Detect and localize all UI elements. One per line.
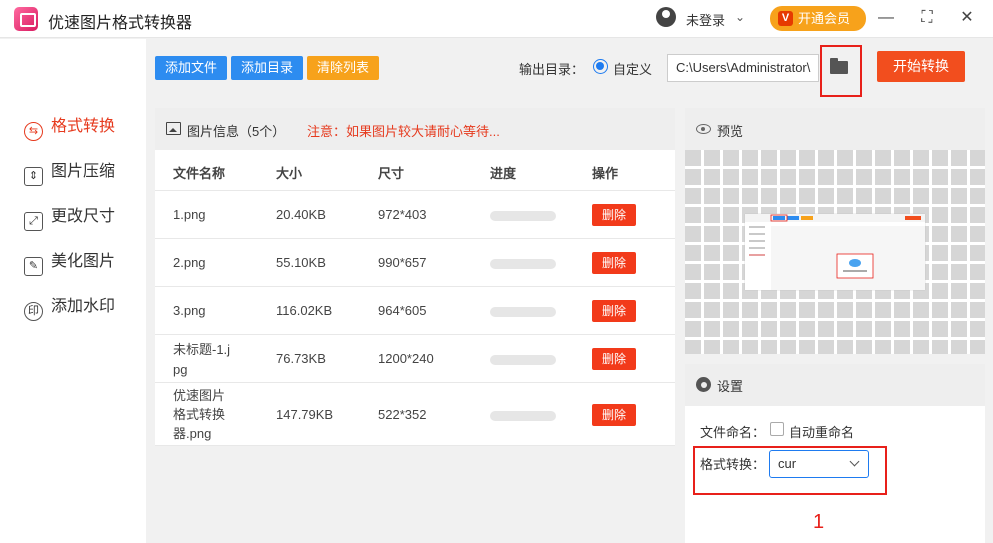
- file-size: 20.40KB: [276, 207, 326, 222]
- table-row: 2.png 55.10KB 990*657 删除: [155, 238, 675, 286]
- sidebar-item-label: 更改尺寸: [51, 208, 116, 225]
- table-row: 3.png 116.02KB 964*605 删除: [155, 286, 675, 334]
- progress-bar: [490, 355, 556, 365]
- preview-title: 预览: [717, 124, 744, 139]
- file-name-line: 器.png: [173, 426, 212, 441]
- column-header-actions: 操作: [592, 166, 619, 181]
- beautify-icon: ✎: [24, 257, 43, 276]
- annotation-box-1: [693, 446, 887, 495]
- file-name: 3.png: [173, 303, 206, 318]
- app-logo-icon: [14, 7, 38, 31]
- file-dims: 1200*240: [378, 351, 434, 366]
- auto-rename-label[interactable]: 自动重命名: [789, 422, 854, 441]
- vip-button[interactable]: V 开通会员: [770, 6, 866, 31]
- thumbnail-image: [745, 214, 925, 290]
- resize-icon: ⤢: [24, 212, 43, 231]
- file-size: 147.79KB: [276, 407, 334, 422]
- compress-icon: ⇕: [24, 167, 43, 186]
- sidebar-item-watermark[interactable]: 印添加水印: [24, 292, 116, 321]
- file-name-line: 未标题-1.j: [173, 342, 231, 357]
- minimize-icon[interactable]: —: [873, 6, 899, 30]
- annotation-number-1: 1: [813, 511, 825, 533]
- file-name: 优速图片 格式转换 器.png: [173, 386, 225, 443]
- file-dims: 522*352: [378, 407, 427, 422]
- sidebar-item-label: 图片压缩: [51, 163, 116, 180]
- toolbar: 添加文件 添加目录 清除列表 输出目录： 自定义 C:\Users\Admini…: [146, 39, 993, 97]
- sidebar-item-resize[interactable]: ⤢ 更改尺寸: [24, 202, 116, 231]
- output-dir-label: 输出目录：: [519, 62, 585, 77]
- eye-icon: [696, 124, 711, 134]
- sidebar-item-compress[interactable]: ⇕ 图片压缩: [24, 157, 116, 186]
- sidebar-item-label: 美化图片: [51, 253, 116, 270]
- file-name-line: 优速图片: [173, 388, 226, 403]
- delete-button[interactable]: 删除: [592, 404, 636, 426]
- file-list-panel: 图片信息（5个） 注意：如果图片较大请耐心等待... 文件名称 大小 尺寸 进度…: [155, 108, 675, 446]
- delete-button[interactable]: 删除: [592, 252, 636, 274]
- column-header-name: 文件名称: [173, 166, 226, 181]
- file-size: 116.02KB: [276, 303, 333, 318]
- app-title: 优速图片格式转换器: [48, 15, 193, 32]
- file-dims: 964*605: [378, 303, 427, 318]
- file-dims: 972*403: [378, 207, 427, 222]
- column-header-dims: 尺寸: [378, 166, 405, 181]
- vip-icon: V: [778, 11, 793, 26]
- file-name: 1.png: [173, 207, 206, 222]
- clear-list-button[interactable]: 清除列表: [307, 56, 379, 80]
- custom-radio[interactable]: [593, 59, 608, 74]
- table-row: 未标题-1.j pg 76.73KB 1200*240 删除: [155, 334, 675, 382]
- settings-title: 设置: [717, 379, 744, 394]
- file-dims: 990*657: [378, 255, 427, 270]
- sidebar-item-label: 添加水印: [51, 298, 116, 315]
- custom-radio-label[interactable]: 自定义: [613, 59, 652, 78]
- sidebar-item-format-convert[interactable]: ⇆ 格式转换: [24, 112, 116, 141]
- file-size: 76.73KB: [276, 351, 326, 366]
- delete-button[interactable]: 删除: [592, 348, 636, 370]
- delete-button[interactable]: 删除: [592, 204, 636, 226]
- swap-icon: ⇆: [24, 122, 43, 141]
- vip-button-label: 开通会员: [798, 11, 851, 26]
- column-header-progress: 进度: [490, 166, 517, 181]
- progress-bar: [490, 259, 556, 269]
- file-name: 未标题-1.j pg: [173, 340, 230, 380]
- watermark-icon: 印: [24, 302, 43, 321]
- auto-rename-checkbox[interactable]: [770, 422, 784, 436]
- naming-label: 文件命名：: [700, 425, 766, 440]
- preview-thumbnail: [745, 214, 925, 290]
- delete-button[interactable]: 删除: [592, 300, 636, 322]
- file-name-line: 格式转换: [173, 407, 226, 422]
- progress-bar: [490, 411, 556, 421]
- preview-header: 预览: [685, 108, 985, 150]
- image-icon: [166, 122, 181, 135]
- file-list-title: 图片信息（5个）: [187, 124, 286, 139]
- progress-bar: [490, 211, 556, 221]
- sidebar: ⇆ 格式转换 ⇕ 图片压缩 ⤢ 更改尺寸 ✎ 美化图片 印添加水印: [0, 39, 146, 543]
- add-directory-button[interactable]: 添加目录: [231, 56, 303, 80]
- preview-panel: 预览: [685, 108, 985, 354]
- output-path-input[interactable]: C:\Users\Administrator\: [667, 54, 819, 82]
- settings-header: 设置: [685, 364, 985, 406]
- annotation-box-2: [820, 45, 862, 97]
- sidebar-item-label: 格式转换: [51, 118, 116, 135]
- file-name: 2.png: [173, 255, 206, 270]
- sidebar-item-beautify[interactable]: ✎ 美化图片: [24, 247, 116, 276]
- start-convert-button[interactable]: 开始转换: [877, 51, 965, 82]
- title-bar: 优速图片格式转换器 未登录 ⌄ V 开通会员 — ⛶ ✕: [0, 0, 993, 38]
- login-status[interactable]: 未登录: [686, 10, 725, 29]
- table-row: 优速图片 格式转换 器.png 147.79KB 522*352 删除: [155, 382, 675, 446]
- add-file-button[interactable]: 添加文件: [155, 56, 227, 80]
- maximize-icon[interactable]: ⛶: [914, 6, 940, 30]
- progress-bar: [490, 307, 556, 317]
- close-icon[interactable]: ✕: [954, 6, 980, 30]
- file-list-header: 图片信息（5个） 注意：如果图片较大请耐心等待...: [155, 108, 675, 150]
- table-row: 1.png 20.40KB 972*403 删除: [155, 190, 675, 238]
- column-header-size: 大小: [276, 166, 303, 181]
- file-name-line: pg: [173, 362, 188, 377]
- file-size: 55.10KB: [276, 255, 326, 270]
- user-icon[interactable]: [656, 7, 676, 27]
- chevron-down-icon[interactable]: ⌄: [735, 10, 745, 24]
- gear-icon: [696, 377, 711, 392]
- file-list-notice: 注意：如果图片较大请耐心等待...: [307, 124, 500, 139]
